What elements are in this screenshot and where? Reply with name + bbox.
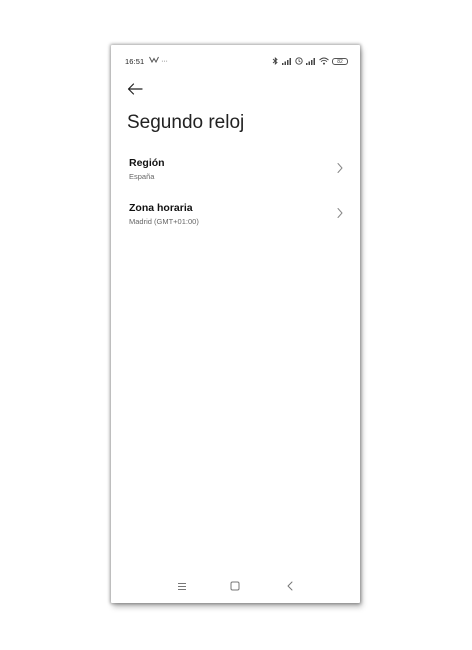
status-bar: 16:51 … 82 — [111, 45, 360, 67]
nav-home-button[interactable] — [228, 579, 242, 593]
wifi-icon — [319, 57, 329, 65]
status-more: … — [160, 56, 168, 64]
arrow-left-icon — [127, 83, 143, 95]
setting-value: Madrid (GMT+01:00) — [129, 217, 199, 226]
back-button[interactable] — [125, 81, 145, 97]
square-icon — [230, 581, 240, 591]
page-title: Segundo reloj — [127, 112, 245, 133]
status-time: 16:51 — [125, 57, 145, 66]
phone-screen: 16:51 … 82 Segundo reloj Región España Z… — [111, 45, 360, 603]
chevron-right-icon — [337, 208, 343, 218]
alarm-icon — [295, 57, 303, 65]
status-notification-icons: … — [149, 56, 168, 63]
menu-icon — [178, 582, 186, 590]
setting-label: Región — [129, 157, 165, 169]
setting-item-timezone[interactable]: Zona horaria Madrid (GMT+01:00) — [111, 202, 360, 238]
nav-back-button[interactable] — [283, 579, 297, 593]
chevron-left-icon — [287, 581, 293, 591]
signal-icon — [282, 57, 291, 65]
navigation-bar — [111, 575, 360, 597]
bluetooth-icon — [272, 57, 278, 65]
page: 16:51 … 82 Segundo reloj Región España Z… — [0, 0, 472, 650]
chevron-right-icon — [337, 163, 343, 173]
signal-icon-2 — [306, 57, 315, 65]
setting-label: Zona horaria — [129, 202, 193, 214]
status-system-icons: 82 — [272, 56, 348, 66]
setting-item-region[interactable]: Región España — [111, 157, 360, 193]
setting-value: España — [129, 172, 155, 181]
nav-menu-button[interactable] — [175, 579, 189, 593]
battery-icon: 82 — [332, 57, 348, 65]
notification-icon — [149, 56, 159, 64]
